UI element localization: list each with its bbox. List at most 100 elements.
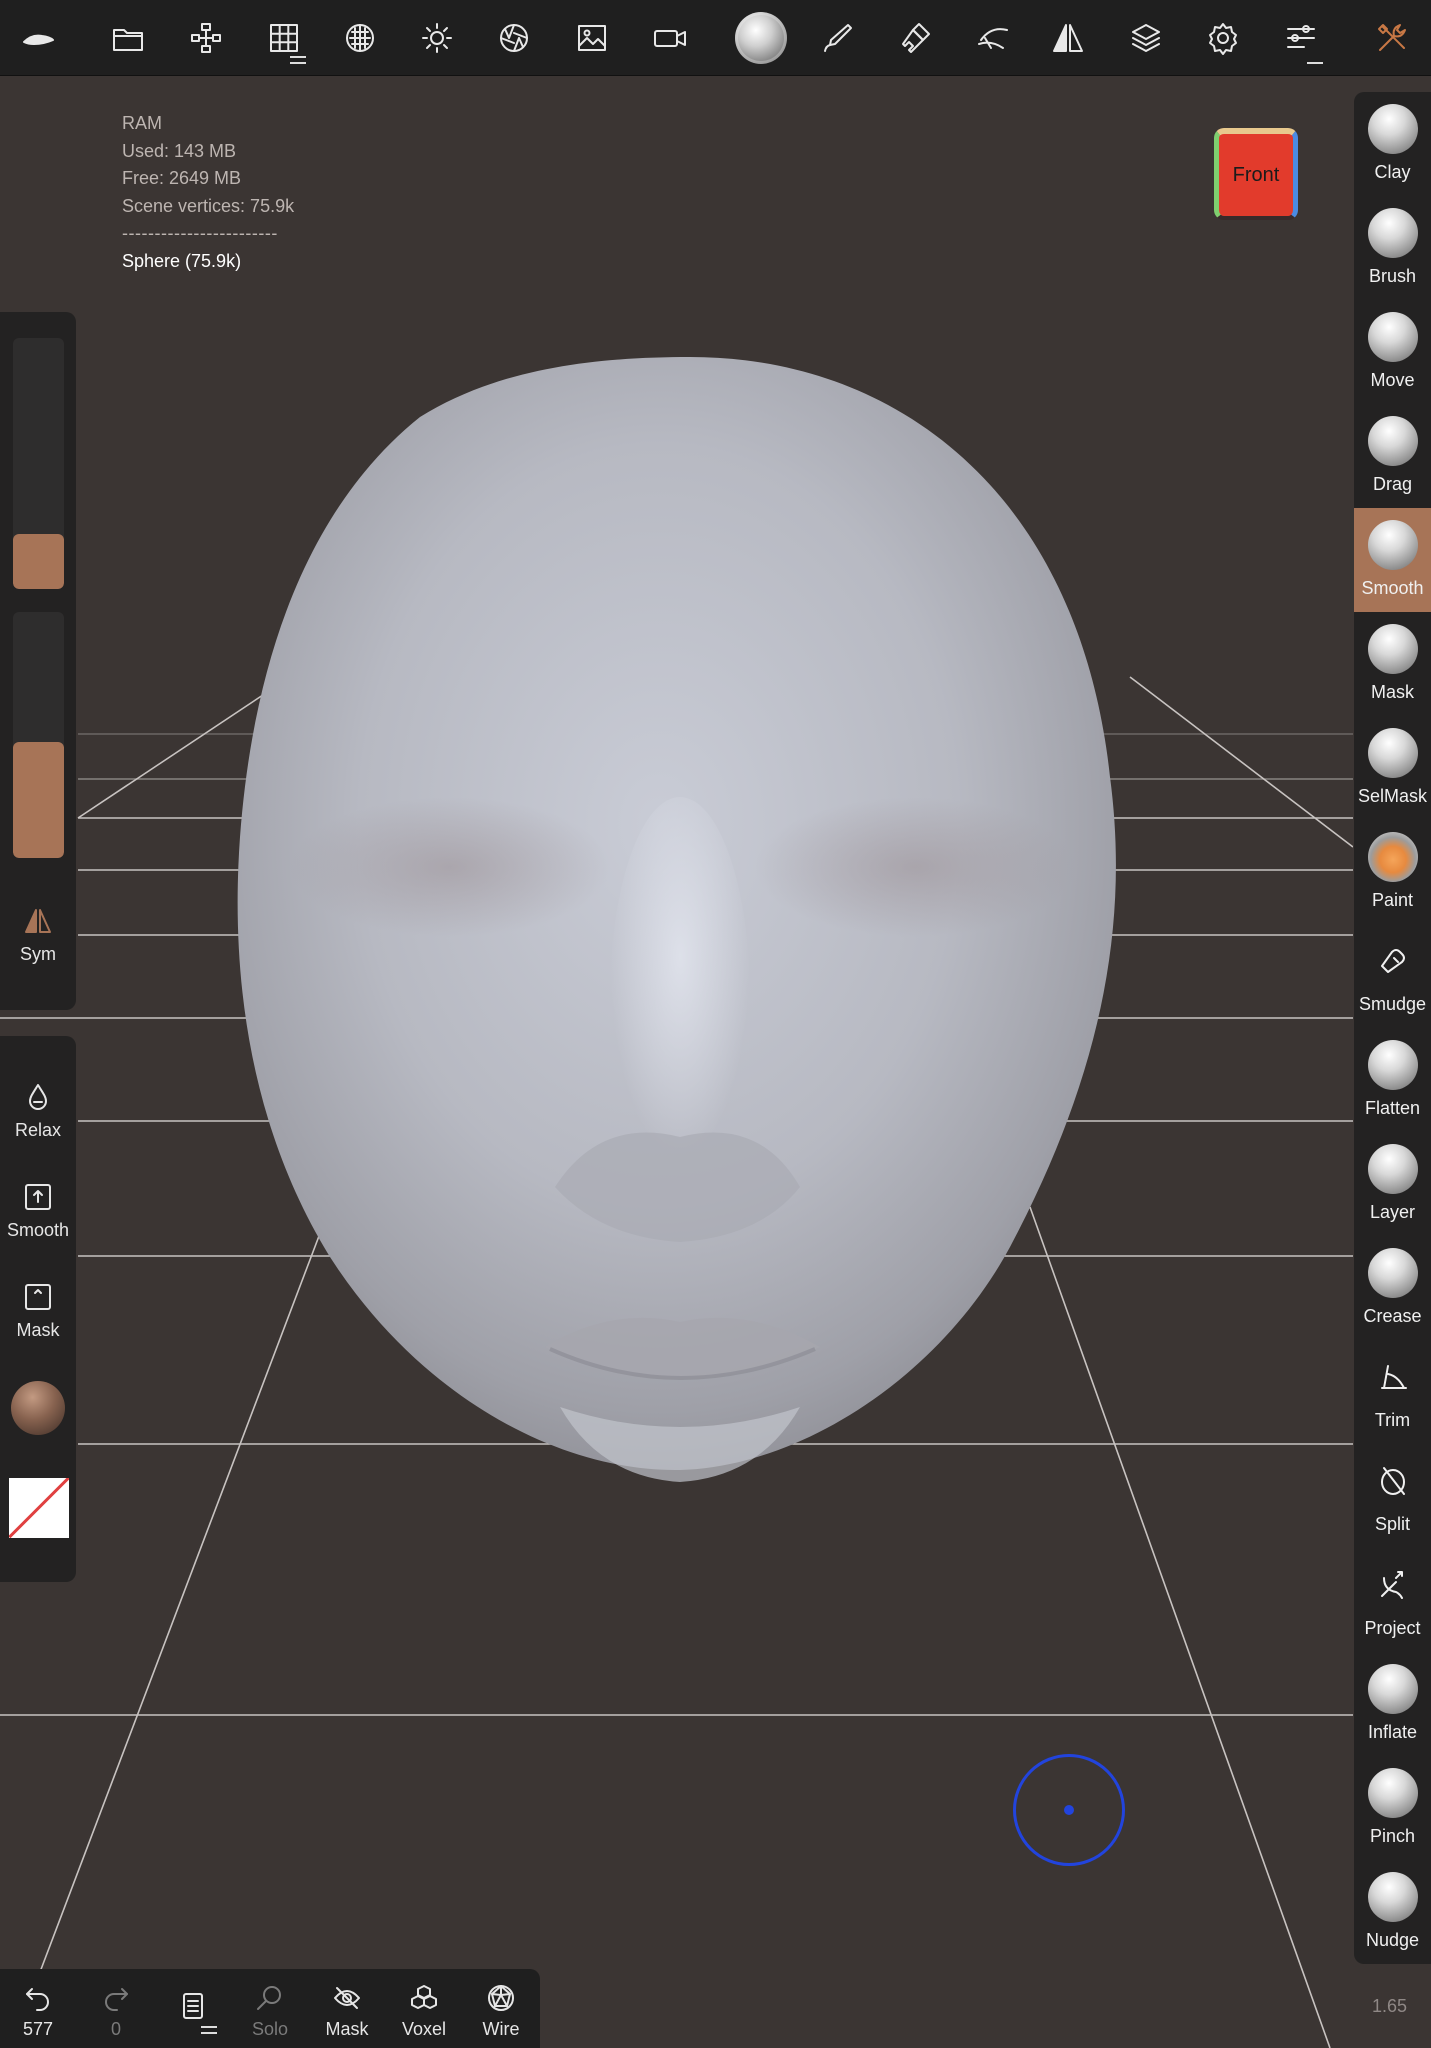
brush-settings-icon[interactable] (885, 0, 945, 76)
sym-label: Sym (20, 944, 56, 964)
wireframe-button[interactable]: Wire (463, 1969, 539, 2048)
tool-label: Paint (1371, 890, 1414, 910)
tool-layer[interactable]: Layer (1354, 1132, 1431, 1236)
color-swatch[interactable] (9, 1478, 69, 1538)
tool-inflate[interactable]: Inflate (1354, 1652, 1431, 1756)
intensity-slider-fill (13, 742, 64, 858)
undo-button[interactable]: 577 (0, 1969, 76, 2048)
menu-indicator-icon (1307, 62, 1323, 64)
trim-icon (1368, 1352, 1418, 1402)
floor-grid (0, 357, 1353, 2048)
tool-project[interactable]: Project (1354, 1548, 1431, 1652)
smudge-icon (1368, 936, 1418, 986)
tool-trim[interactable]: Trim (1354, 1340, 1431, 1444)
light-icon[interactable] (407, 0, 467, 76)
tool-label: Split (1374, 1514, 1410, 1534)
tool-flatten[interactable]: Flatten (1354, 1028, 1431, 1132)
tool-pinch[interactable]: Pinch (1354, 1756, 1431, 1860)
smooth-brush-icon (1367, 520, 1418, 570)
tools-icon[interactable] (1362, 0, 1422, 76)
nomad-logo-icon[interactable] (8, 0, 68, 76)
symmetry-icon[interactable] (1038, 0, 1098, 76)
tool-drag[interactable]: Drag (1354, 404, 1431, 508)
relax-label: Relax (14, 1120, 62, 1140)
layers-icon[interactable] (1116, 0, 1176, 76)
mask-visibility-button[interactable]: Mask (309, 1969, 385, 2048)
tool-label: Layer (1369, 1202, 1416, 1222)
solo-button[interactable]: Solo (232, 1969, 308, 2048)
nudge-brush-icon (1367, 1872, 1418, 1922)
view-cube[interactable]: Front (1214, 128, 1298, 220)
shading-icon[interactable] (484, 0, 544, 76)
camera-icon[interactable] (640, 0, 700, 76)
crease-brush-icon (1367, 1248, 1418, 1298)
tool-move[interactable]: Move (1354, 300, 1431, 404)
zoom-readout: 1.65 (1372, 1996, 1408, 2016)
tool-crease[interactable]: Crease (1354, 1236, 1431, 1340)
relax-button[interactable]: Relax (0, 1082, 76, 1141)
intensity-slider[interactable] (13, 612, 64, 858)
tool-mask[interactable]: Mask (1354, 612, 1431, 716)
voxel-button[interactable]: Voxel (386, 1969, 462, 2048)
tool-split[interactable]: Split (1354, 1444, 1431, 1548)
tool-label: Nudge (1365, 1930, 1420, 1950)
tool-label: Flatten (1364, 1098, 1421, 1118)
material-ball[interactable] (11, 1381, 65, 1435)
smooth-action-button[interactable]: Smooth (0, 1182, 76, 1241)
tool-label: Project (1364, 1618, 1421, 1638)
wireframe-icon (488, 1985, 514, 2011)
mask-brush-icon (1367, 624, 1418, 674)
tool-brush[interactable]: Brush (1354, 196, 1431, 300)
undo-icon (26, 1988, 49, 2011)
brush-brush-icon (1367, 208, 1418, 258)
background-image-icon[interactable] (562, 0, 622, 76)
search-icon (257, 1986, 281, 2010)
tool-smooth[interactable]: Smooth (1354, 508, 1431, 612)
tool-nudge[interactable]: Nudge (1354, 1860, 1431, 1964)
3d-viewport[interactable]: RAM Used: 143 MB Free: 2649 MB Scene ver… (0, 77, 1353, 2048)
sliders-menu-icon[interactable] (1271, 0, 1331, 76)
tool-label: Smooth (1361, 578, 1424, 598)
history-menu-button[interactable] (155, 1969, 231, 2048)
folder-icon[interactable] (98, 0, 158, 76)
topology-icon[interactable] (330, 0, 390, 76)
tool-label: Smudge (1358, 994, 1427, 1014)
tool-label: Mask (1370, 682, 1414, 702)
radius-slider-fill (13, 533, 64, 589)
mask-action-button[interactable]: Mask (0, 1282, 76, 1341)
painting-icon[interactable] (963, 0, 1023, 76)
tool-clay[interactable]: Clay (1354, 92, 1431, 196)
menu-indicator-icon (290, 56, 306, 64)
paint-brush-icon (1367, 832, 1418, 882)
voxel-label: Voxel (401, 2019, 447, 2039)
drag-brush-icon (1367, 416, 1418, 466)
radius-slider[interactable] (13, 338, 64, 589)
scene-stats: RAM Used: 143 MB Free: 2649 MB Scene ver… (122, 110, 294, 275)
tool-smudge[interactable]: Smudge (1354, 924, 1431, 1028)
tool-label: Drag (1372, 474, 1412, 494)
tool-label: Pinch (1369, 1826, 1416, 1846)
redo-button[interactable]: 0 (78, 1969, 154, 2048)
sculpted-head[interactable] (237, 357, 1116, 1482)
eye-slash-icon (334, 1987, 360, 2009)
menu-indicator-icon (201, 2026, 217, 2034)
active-tool-icon[interactable] (731, 0, 791, 76)
tool-label: Move (1370, 370, 1415, 390)
scene-tree-icon[interactable] (176, 0, 236, 76)
solo-label: Solo (251, 2019, 289, 2039)
grid-menu-icon[interactable] (254, 0, 314, 76)
bottom-bar: 577 0 Solo Mask Voxel Wire (0, 1969, 540, 2048)
tool-paint[interactable]: Paint (1354, 820, 1431, 924)
tool-selmask[interactable]: SelMask (1354, 716, 1431, 820)
sym-button[interactable]: Sym (0, 906, 76, 965)
mesh-name[interactable]: Sphere (75.9k) (122, 248, 294, 276)
smooth-action-label: Smooth (6, 1220, 70, 1240)
stroke-icon[interactable] (808, 0, 868, 76)
tool-label: Brush (1368, 266, 1417, 286)
document-list-icon (183, 1993, 203, 2019)
wireframe-label: Wire (482, 2019, 520, 2039)
settings-icon[interactable] (1193, 0, 1253, 76)
redo-icon (105, 1988, 128, 2011)
view-cube-label: Front (1232, 163, 1280, 186)
project-icon (1368, 1560, 1418, 1610)
